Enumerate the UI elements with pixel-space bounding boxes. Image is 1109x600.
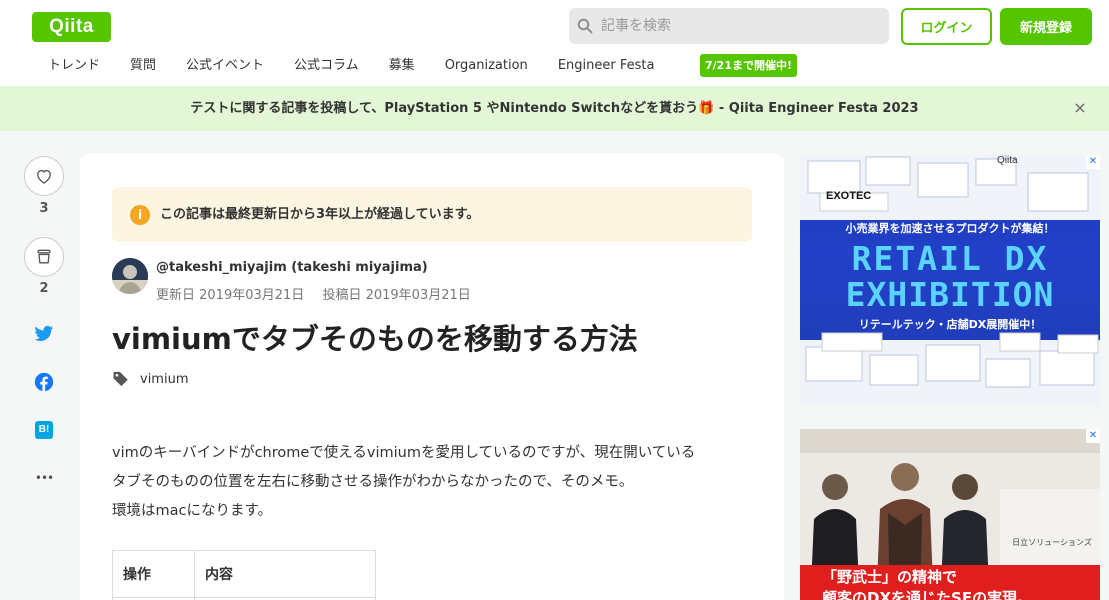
ad-exotec-label: EXOTEC [826,190,872,202]
table-header-content: 内容 [194,550,376,598]
avatar-image [112,258,148,294]
author-avatar[interactable] [112,258,148,294]
nav-engineer-festa[interactable]: Engineer Festa [558,54,655,78]
facebook-share-button[interactable] [32,370,56,394]
updated-date: 更新日 2019年03月21日 [156,288,305,303]
ad-choices-icon[interactable]: ✕ [1086,155,1100,169]
hatena-bookmark-button[interactable]: B! [32,418,56,442]
hitachi-solutions-ad[interactable]: ✕ 日立ソリューションズ 「野武士」の精神で 顧客のDXを通じたSFの実現。 [800,429,1100,600]
qiita-logo[interactable]: Qiita [32,12,111,42]
tag-icon [113,371,128,387]
heart-icon [37,169,51,184]
signup-button[interactable]: 新規登録 [1000,8,1092,45]
shortcut-table: 操作 内容 [112,550,376,600]
table-header-operation: 操作 [112,550,195,598]
table-header-row: 操作 内容 [112,550,376,598]
nav-questions[interactable]: 質問 [130,54,156,78]
nav-organization[interactable]: Organization [445,54,528,78]
festa-banner[interactable]: テストに関する記事を投稿して、PlayStation 5 やNintendo S… [0,86,1109,131]
stock-button[interactable] [24,237,64,277]
facebook-icon [34,372,54,392]
nav-official-columns[interactable]: 公式コラム [294,54,359,78]
banner-close-button[interactable]: × [1070,98,1090,118]
more-icon: ••• [34,471,54,485]
article-dates: 更新日 2019年03月21日 投稿日 2019年03月21日 [156,284,485,303]
search-input[interactable] [601,8,881,44]
festa-badge: 7/21まで開催中! [700,54,797,77]
tag-vimium[interactable]: vimium [140,372,188,387]
search-icon [577,18,593,34]
body-line: タブそのものの位置を左右に移動させる操作がわからなかったので、そのメモ。 [112,474,634,490]
outdated-notice: i この記事は最終更新日から3年以上が経過しています。 [112,187,752,242]
ad-line-1: 「野武士」の精神で [822,568,958,586]
more-button[interactable]: ••• [32,466,56,490]
body-line: 環境はmacになります。 [112,503,273,519]
login-button[interactable]: ログイン [901,8,992,45]
article-card: i この記事は最終更新日から3年以上が経過しています。 @takeshi_miy… [80,154,784,600]
ad-line-2: 顧客のDXを通じたSFの実現。 [822,589,1033,600]
like-button[interactable] [24,156,64,196]
stock-icon [37,249,51,264]
nav-recruitment[interactable]: 募集 [389,54,415,78]
hatena-label: B! [38,424,50,435]
retail-dx-ad[interactable]: ✕ EXOTEC Qiita 小売業界を加速させるプロダクトが集結！ RETAI… [800,155,1100,405]
stock-count: 2 [39,281,49,296]
notice-text: この記事は最終更新日から3年以上が経過しています。 [160,207,480,222]
hatena-icon: B! [35,421,53,439]
site-header: Qiita ログイン 新規登録 トレンド 質問 公式イベント 公式コラム 募集 … [0,0,1109,86]
tag-list: vimium [112,368,188,390]
ad-subline: リテールテック・店舗DX展開催中！ [858,318,1042,331]
twitter-share-button[interactable] [32,322,56,346]
ad-sign: 日立ソリューションズ [1012,538,1092,547]
nav-trend[interactable]: トレンド [48,54,100,78]
ad-title-1: RETAIL DX [851,239,1049,278]
nav-official-events[interactable]: 公式イベント [186,54,264,78]
search-box[interactable] [569,8,889,44]
info-icon: i [130,205,150,225]
posted-date: 投稿日 2019年03月21日 [322,288,471,303]
body-line: vimのキーバインドがchromeで使えるvimiumを愛用しているのですが、現… [112,445,696,461]
ad-choices-icon[interactable]: ✕ [1086,429,1100,443]
banner-text[interactable]: テストに関する記事を投稿して、PlayStation 5 やNintendo S… [0,86,1049,131]
author-name[interactable]: @takeshi_miyajim (takeshi miyajima) [156,260,428,275]
ad-headline: 小売業界を加速させるプロダクトが集結！ [845,222,1055,235]
like-count: 3 [39,201,49,216]
ad-qiita-label: Qiita [997,155,1018,166]
ad-title-2: EXHIBITION [845,275,1055,314]
twitter-icon [34,325,54,341]
article-title: vimiumでタブそのものを移動する方法 [112,322,638,356]
main-nav: トレンド 質問 公式イベント 公式コラム 募集 Organization Eng… [32,54,660,78]
article-body: vimのキーバインドがchromeで使えるvimiumを愛用しているのですが、現… [112,439,752,526]
